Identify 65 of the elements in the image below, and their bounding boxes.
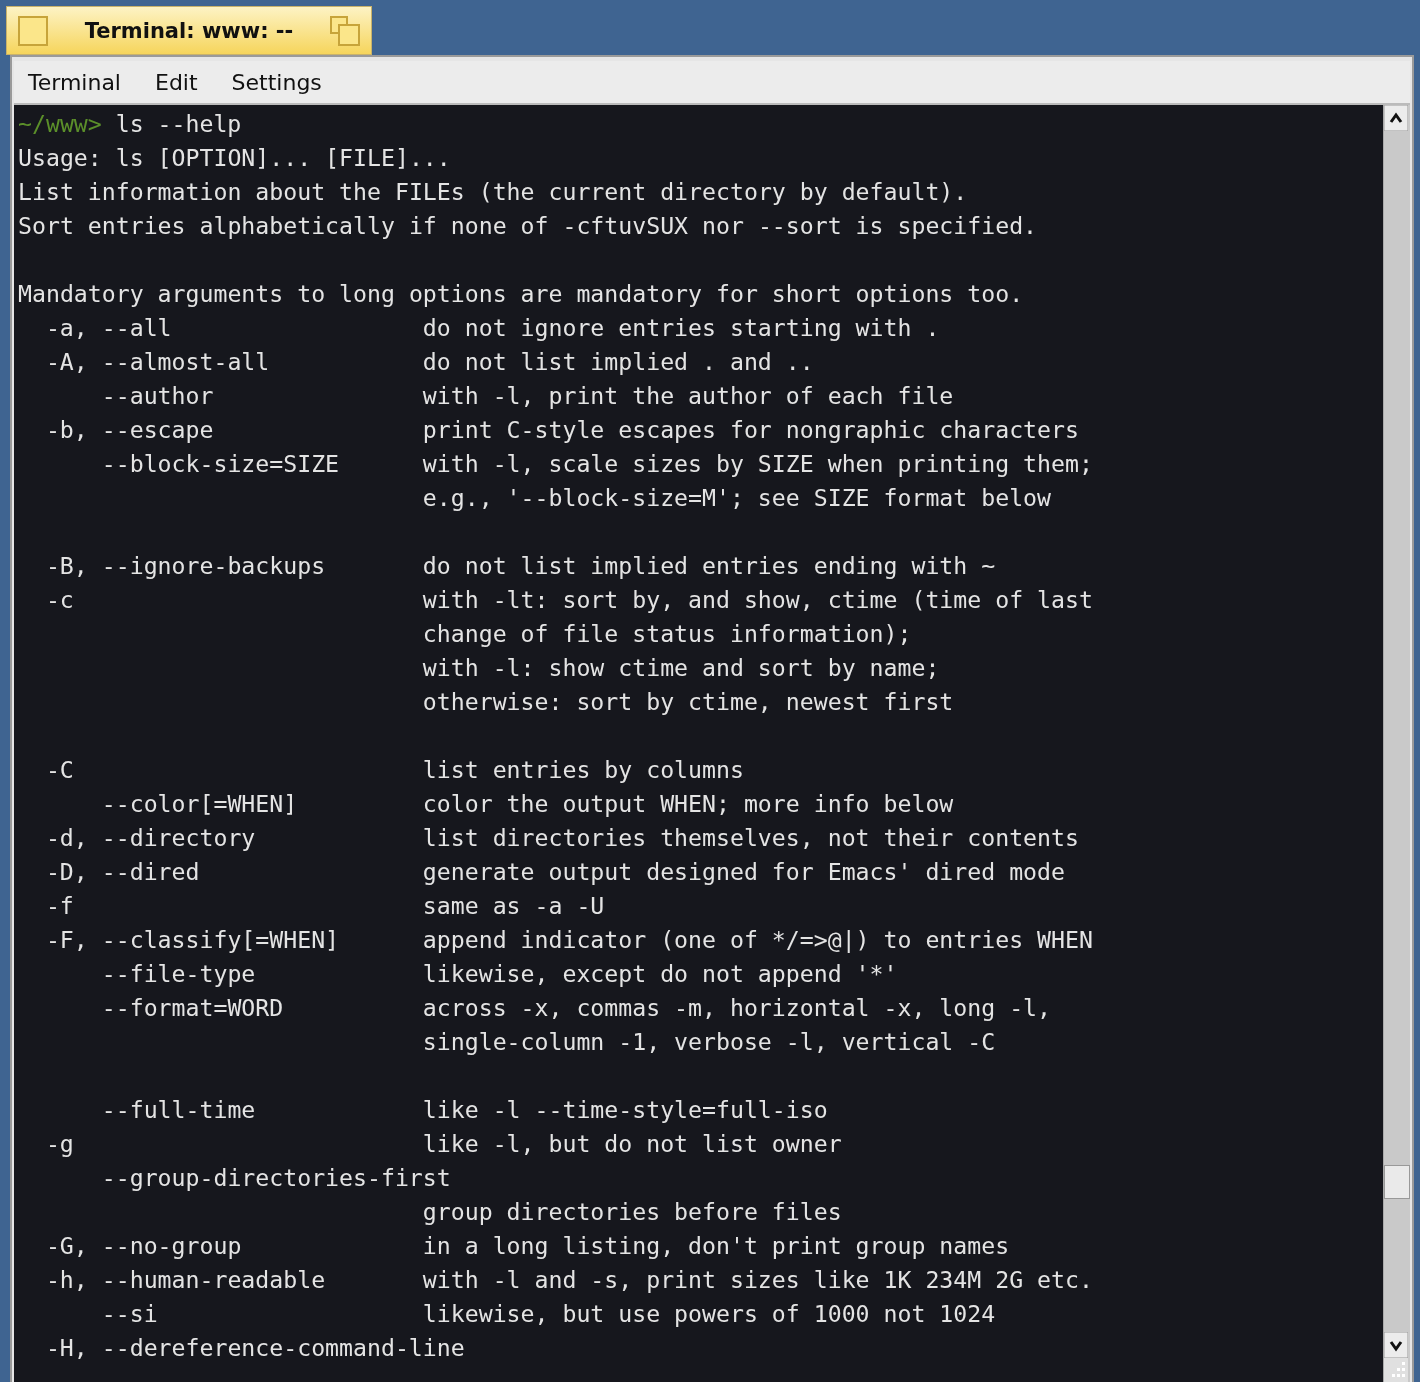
option-description: with -l and -s, print sizes like 1K 234M 2G etc. (422, 1265, 1093, 1295)
scroll-up-icon[interactable] (1384, 105, 1408, 131)
output-line: Mandatory arguments to long options are mandatory for short options too. (18, 279, 1024, 309)
option-name: -f (45, 892, 74, 919)
option-name: -C (45, 756, 74, 783)
menu-item[interactable]: Settings (231, 69, 322, 95)
shell-prompt: ~/www> (18, 109, 102, 139)
option-name: -b, --escape (45, 416, 214, 443)
command-text: ls --help (115, 109, 242, 139)
option-description: e.g., '--block-size=M'; see SIZE format below (422, 483, 1052, 513)
option-name: --author (100, 382, 214, 409)
resize-grip-icon[interactable] (1384, 1358, 1408, 1382)
option-description: in a long listing, don't print group names (422, 1231, 1010, 1261)
option-name: -G, --no-group (45, 1232, 242, 1259)
option-name: -h, --human-readable (45, 1266, 326, 1293)
option-description: do not list implied entries ending with ~ (422, 551, 996, 581)
option-description: change of file status information); (422, 619, 912, 649)
option-description: do not ignore entries starting with . (422, 313, 940, 343)
option-description: likewise, but use powers of 1000 not 1024 (422, 1299, 996, 1329)
option-description: print C-style escapes for nongraphic characters (422, 415, 1079, 445)
option-name: --format=WORD (100, 994, 284, 1021)
option-name: --si (100, 1300, 158, 1327)
option-description: list entries by columns (422, 755, 744, 785)
option-description: do not list implied . and .. (422, 347, 814, 377)
option-name: -D, --dired (45, 858, 200, 885)
option-description: with -lt: sort by, and show, ctime (time of last (422, 585, 1093, 615)
option-description: append indicator (one of */=>@|) to entries WHEN (422, 925, 1093, 955)
option-description: generate output designed for Emacs' dired mode (422, 857, 1065, 887)
option-description: group directories before files (422, 1197, 842, 1227)
option-name: -B, --ignore-backups (45, 552, 326, 579)
scrollbar-thumb[interactable] (1384, 1165, 1410, 1199)
window-title: Terminal: www: -- (83, 18, 295, 43)
window-menu-icon[interactable] (17, 14, 49, 47)
menu-item[interactable]: Terminal (28, 69, 121, 95)
option-description: with -l: show ctime and sort by name; (422, 653, 940, 683)
option-description: list directories themselves, not their contents (422, 823, 1079, 853)
option-description: otherwise: sort by ctime, newest first (422, 687, 954, 717)
option-name: --block-size=SIZE (100, 450, 340, 477)
option-description: across -x, commas -m, horizontal -x, long -l, (422, 993, 1052, 1023)
menu-item[interactable]: Edit (155, 69, 198, 95)
option-description: like -l, but do not list owner (422, 1129, 842, 1159)
option-description: likewise, except do not append '*' (422, 959, 898, 989)
option-description: like -l --time-style=full-iso (422, 1095, 828, 1125)
option-name: -A, --almost-all (45, 348, 270, 375)
restore-icon[interactable] (329, 14, 361, 47)
option-description: with -l, scale sizes by SIZE when printing them; (422, 449, 1093, 479)
output-line: List information about the FILEs (the current directory by default). (18, 177, 968, 207)
option-description: with -l, print the author of each file (422, 381, 954, 411)
option-name: -c (45, 586, 74, 613)
output-line: Usage: ls [OPTION]... [FILE]... (18, 143, 451, 173)
option-name: -H, --dereference-command-line (45, 1334, 465, 1361)
scroll-down-icon[interactable] (1384, 1332, 1408, 1358)
option-name: -d, --directory (45, 824, 256, 851)
option-name: -a, --all (45, 314, 172, 341)
option-name: --full-time (100, 1096, 256, 1123)
option-name: --color[=WHEN] (100, 790, 298, 817)
scrollbar[interactable] (1383, 105, 1410, 1382)
option-name: -g (45, 1130, 74, 1157)
option-description: single-column -1, verbose -l, vertical -C (422, 1027, 996, 1057)
option-name: --file-type (100, 960, 256, 987)
option-name: -F, --classify[=WHEN] (45, 926, 340, 953)
output-line: Sort entries alphabetically if none of -cftuvSUX nor --sort is specified. (18, 211, 1038, 241)
option-name: --group-directories-first (100, 1164, 451, 1191)
option-description: color the output WHEN; more info below (422, 789, 954, 819)
option-description: same as -a -U (422, 891, 605, 921)
